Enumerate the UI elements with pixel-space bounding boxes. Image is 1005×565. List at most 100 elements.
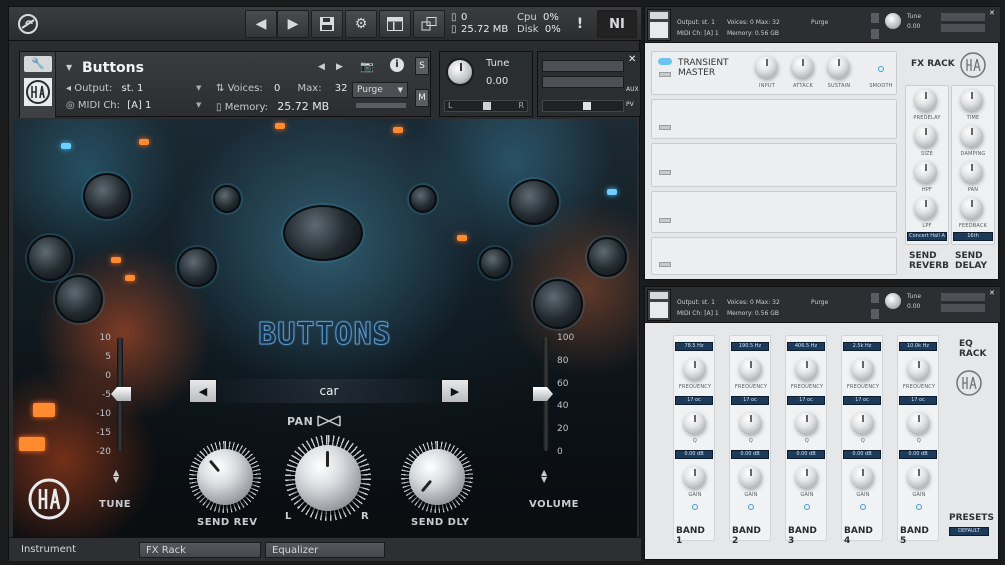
fx-close-icon[interactable]: ✕ — [989, 9, 995, 17]
band-frequency-knob[interactable] — [796, 358, 818, 380]
fx-slot-button[interactable] — [659, 262, 671, 267]
delay-preset-selector[interactable]: 16th — [953, 232, 993, 241]
info-icon[interactable]: i — [390, 58, 404, 72]
attack-knob[interactable] — [792, 56, 814, 78]
save-icon[interactable] — [311, 10, 343, 38]
close-icon[interactable]: ✕ — [628, 54, 636, 65]
sustain-knob[interactable] — [828, 56, 850, 78]
band-q-value[interactable]: 17 oc — [787, 396, 825, 405]
eq-purge[interactable]: Purge — [811, 299, 828, 306]
aux-label[interactable]: AUX — [626, 86, 639, 93]
fx-tune-value[interactable]: 0.00 — [907, 23, 920, 30]
fx-midi-row[interactable]: MIDI Ch: [A] 1 — [677, 30, 719, 37]
reverb-preset-selector[interactable]: Concert Hall A — [907, 232, 947, 241]
warning-icon[interactable]: ! — [569, 10, 591, 38]
fx-slot-button[interactable] — [659, 125, 671, 130]
send-dly-knob[interactable] — [409, 449, 465, 505]
band-frequency-knob[interactable] — [684, 358, 706, 380]
preset-name[interactable]: car — [219, 379, 439, 403]
tune-knob[interactable] — [446, 58, 474, 86]
smooth-button[interactable] — [878, 66, 884, 72]
preset-prev-button[interactable]: ◀ — [189, 379, 217, 403]
fx-output-row[interactable]: Output: st. 1 — [677, 19, 715, 26]
fx-mute-button[interactable] — [871, 29, 879, 39]
ni-logo-button[interactable]: NI — [597, 10, 637, 38]
kontakt-logo-icon[interactable] — [13, 10, 43, 38]
volume-slider-thumb[interactable] — [533, 387, 553, 401]
title-dropdown-icon[interactable]: ▼ — [66, 63, 72, 72]
instrument-next-icon[interactable]: ▶ — [336, 62, 343, 72]
pv-label[interactable]: PV — [626, 101, 634, 108]
fx-slot-button[interactable] — [659, 218, 671, 223]
preset-next-button[interactable]: ▶ — [441, 379, 469, 403]
send-rev-knob[interactable] — [197, 449, 253, 505]
band-q-knob[interactable] — [740, 412, 762, 434]
predelay-knob[interactable] — [915, 89, 937, 111]
band-enable-button[interactable] — [748, 504, 754, 510]
band-q-knob[interactable] — [684, 412, 706, 434]
band-gain-value[interactable]: 0.00 dB — [787, 450, 825, 459]
fx-purge[interactable]: Purge — [811, 19, 828, 26]
band-enable-button[interactable] — [804, 504, 810, 510]
delay-pan-knob[interactable] — [961, 161, 983, 183]
eq-solo-button[interactable] — [871, 293, 879, 303]
band-frequency-value[interactable]: 190.5 Hz — [731, 342, 769, 351]
prev-button[interactable]: ◀ — [245, 10, 277, 38]
purge-dropdown[interactable]: Purge ▼ — [352, 82, 408, 98]
pan-slider[interactable]: L R — [444, 100, 528, 112]
view-layout-icon[interactable] — [379, 10, 411, 38]
band-enable-button[interactable] — [860, 504, 866, 510]
eq-preset-selector[interactable]: DEFAULT — [949, 527, 989, 536]
band-enable-button[interactable] — [692, 504, 698, 510]
band-q-value[interactable]: 17 oc — [843, 396, 881, 405]
lpf-knob[interactable] — [915, 197, 937, 219]
eq-tune-value[interactable]: 0.00 — [907, 303, 920, 310]
band-frequency-value[interactable]: 406.5 Hz — [787, 342, 825, 351]
band-gain-value[interactable]: 0.00 dB — [675, 450, 713, 459]
band-gain-knob[interactable] — [908, 466, 930, 488]
volume-stepper-icon[interactable]: ▲ ▼ — [541, 469, 547, 484]
band-frequency-knob[interactable] — [908, 358, 930, 380]
midi-row[interactable]: ◎ MIDI Ch: [A] 1 — [66, 100, 151, 111]
fx-solo-button[interactable] — [871, 13, 879, 23]
band-q-value[interactable]: 17 oc — [899, 396, 937, 405]
minimize-view-icon[interactable] — [413, 10, 445, 38]
band-gain-knob[interactable] — [740, 466, 762, 488]
input-knob[interactable] — [756, 56, 778, 78]
camera-icon[interactable]: 📷 — [360, 60, 374, 73]
output-row[interactable]: ◂ Output: st. 1 — [66, 83, 143, 94]
band-frequency-value[interactable]: 10.0k Hz — [899, 342, 937, 351]
band-q-knob[interactable] — [852, 412, 874, 434]
band-q-value[interactable]: 17 oc — [731, 396, 769, 405]
tune-value[interactable]: 0.00 — [486, 76, 508, 87]
tune-stepper-icon[interactable]: ▲ ▼ — [113, 469, 119, 484]
instrument-prev-icon[interactable]: ◀ — [318, 62, 325, 72]
band-gain-value[interactable]: 0.00 dB — [899, 450, 937, 459]
band-gain-value[interactable]: 0.00 dB — [843, 450, 881, 459]
hpf-knob[interactable] — [915, 161, 937, 183]
band-enable-button[interactable] — [916, 504, 922, 510]
eq-midi-row[interactable]: MIDI Ch: [A] 1 — [677, 310, 719, 317]
tab-fx-rack[interactable]: FX Rack — [139, 542, 261, 558]
band-q-knob[interactable] — [796, 412, 818, 434]
fx-slot-button[interactable] — [659, 170, 671, 175]
band-frequency-knob[interactable] — [852, 358, 874, 380]
solo-button[interactable]: S — [415, 57, 429, 75]
tab-instrument[interactable]: Instrument — [15, 542, 135, 558]
next-button[interactable]: ▶ — [277, 10, 309, 38]
eq-tune-knob[interactable] — [885, 293, 901, 309]
feedback-knob[interactable] — [961, 197, 983, 219]
pan-knob[interactable] — [295, 445, 361, 511]
eq-mute-button[interactable] — [871, 309, 879, 319]
band-gain-value[interactable]: 0.00 dB — [731, 450, 769, 459]
gear-icon[interactable]: ⚙ — [345, 10, 377, 38]
fx-tune-knob[interactable] — [885, 13, 901, 29]
band-frequency-value[interactable]: 2.5k Hz — [843, 342, 881, 351]
band-gain-knob[interactable] — [684, 466, 706, 488]
volume-slider-mini[interactable] — [542, 100, 624, 112]
midi-dropdown-icon[interactable]: ▼ — [196, 101, 201, 109]
tune-slider-thumb[interactable] — [111, 387, 131, 401]
band-frequency-value[interactable]: 78.5 Hz — [675, 342, 713, 351]
band-frequency-knob[interactable] — [740, 358, 762, 380]
wrench-icon[interactable]: 🔧 — [24, 56, 52, 72]
